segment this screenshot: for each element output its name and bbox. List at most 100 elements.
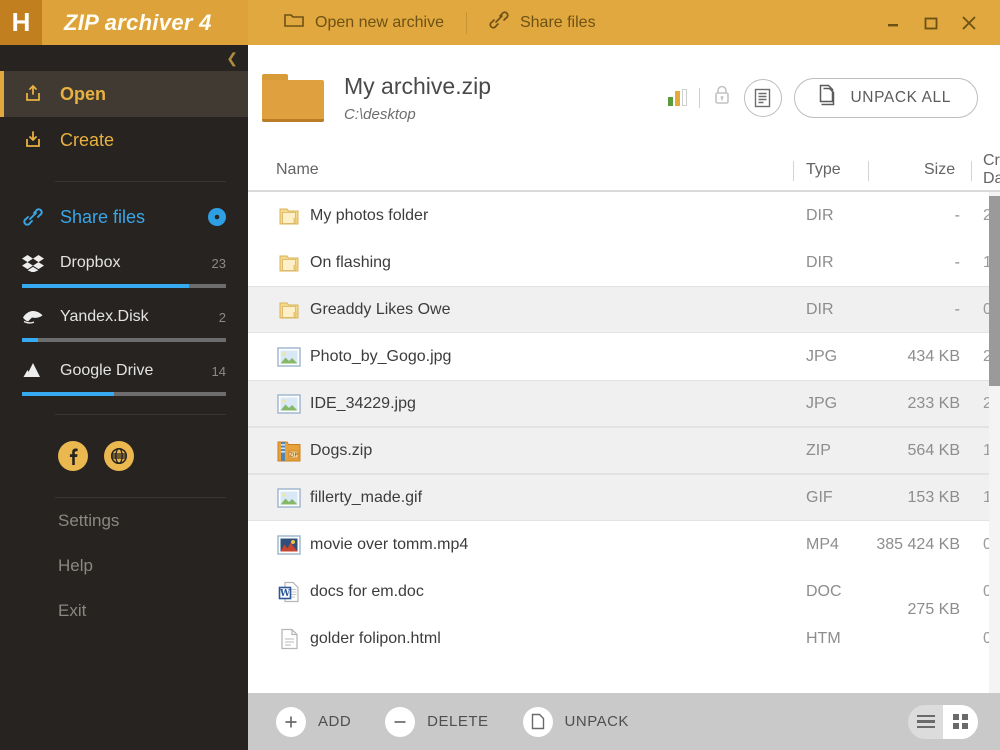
table-row[interactable]: My photos folderDIR-21.09.201423:17: [248, 192, 1000, 239]
cell-size: 233 KB: [907, 394, 960, 412]
file-list[interactable]: My photos folderDIR-21.09.201423:17On fl…: [248, 192, 1000, 697]
sidebar-item-settings[interactable]: Settings: [0, 498, 248, 543]
add-button[interactable]: ADD: [276, 706, 352, 737]
table-header: Name Type Size Create Date: [248, 150, 1000, 192]
sidebar-item-share-files[interactable]: Share files: [0, 194, 248, 240]
video-icon: [276, 532, 302, 558]
table-row[interactable]: On flashingDIR-16.09.201412:14: [248, 239, 1000, 286]
maximize-button[interactable]: [914, 0, 948, 45]
archive-meta: My archive.zip C:\desktop: [344, 73, 668, 123]
sidebar-item-exit[interactable]: Exit: [0, 588, 248, 633]
cloud-gdrive-progress: [22, 392, 226, 396]
delete-button[interactable]: DELETE: [385, 706, 489, 737]
folder-icon: [276, 203, 302, 229]
app-title: ZIP archiver 4: [42, 0, 248, 45]
unpack-label: UNPACK: [564, 713, 629, 730]
table-row[interactable]: Greaddy Likes OweDIR-05.09.201416:05: [248, 286, 1000, 333]
upload-icon: [22, 84, 44, 104]
minimize-button[interactable]: [876, 0, 910, 45]
sidebar-share-label: Share files: [60, 206, 146, 227]
archive-name: My archive.zip: [344, 72, 491, 99]
column-header-type[interactable]: Type: [806, 161, 841, 179]
sidebar-item-open[interactable]: Open: [0, 71, 248, 117]
cell-size: -: [954, 300, 960, 318]
cloud-dropbox-progress: [22, 284, 226, 288]
list-view-button[interactable]: [908, 705, 943, 739]
facebook-icon[interactable]: [58, 441, 88, 471]
list-icon: [916, 714, 935, 729]
download-icon: [22, 130, 44, 150]
page-icon: [522, 706, 553, 737]
cell-size: 153 KB: [907, 488, 960, 506]
sidebar-collapse-button[interactable]: ❮: [0, 45, 248, 71]
cell-name: movie over tomm.mp4: [310, 535, 469, 553]
cloud-dropbox-label: Dropbox: [60, 254, 121, 271]
column-header-name[interactable]: Name: [248, 161, 319, 179]
sidebar-divider-1: [55, 181, 226, 182]
cell-name: fillerty_made.gif: [310, 488, 423, 506]
titlebar-actions: Open new archive Share files: [248, 0, 614, 45]
zip-icon: ZIP: [276, 438, 302, 464]
cloud-item-yandex-disk[interactable]: Yandex.Disk 2: [22, 300, 226, 334]
cell-type: GIF: [806, 488, 833, 506]
cloud-dropbox-count: 23: [211, 255, 226, 271]
open-new-archive-button[interactable]: Open new archive: [266, 0, 462, 45]
table-row[interactable]: Photo_by_Gogo.jpgJPG434 KB23.09.201419:0…: [248, 333, 1000, 380]
unpack-button[interactable]: UNPACK: [522, 706, 629, 737]
cell-name: docs for em.doc: [310, 582, 424, 600]
svg-text:W: W: [278, 589, 290, 599]
lock-icon[interactable]: [712, 84, 732, 111]
column-header-size[interactable]: Size: [924, 161, 955, 179]
cloud-yandex-label: Yandex.Disk: [60, 308, 149, 325]
view-toggle: [908, 704, 978, 739]
close-button[interactable]: [952, 0, 986, 45]
file-list-scrollbar[interactable]: [989, 192, 1000, 697]
cell-size: -: [954, 206, 960, 224]
table-row[interactable]: fillerty_made.gifGIF153 KB11.09.201409:0…: [248, 474, 1000, 521]
social-links: [0, 415, 248, 471]
cell-size: 564 KB: [907, 441, 960, 459]
document-icon: [276, 626, 302, 652]
grid-view-button[interactable]: [943, 704, 978, 739]
folder-icon: [284, 12, 304, 33]
comment-button[interactable]: [743, 78, 782, 117]
sidebar-item-help[interactable]: Help: [0, 543, 248, 588]
sidebar-settings-label: Settings: [58, 510, 120, 530]
chevron-left-icon: ❮: [226, 49, 238, 66]
image-icon: [276, 391, 302, 417]
app-window: H ZIP archiver 4 Open new archive Share …: [0, 0, 1000, 750]
sidebar: ❮ Open Create Share files Dropbox 23 Yan…: [0, 45, 248, 750]
archive-folder-icon: [262, 73, 324, 122]
table-row[interactable]: golder folipon.htmlHTM275 KB09.09.201400…: [248, 601, 1000, 662]
app-logo: H: [0, 0, 42, 45]
cell-name: IDE_34229.jpg: [310, 394, 416, 412]
cloud-services: Dropbox 23 Yandex.Disk 2 Google Drive 14: [0, 246, 248, 396]
cell-type: DIR: [806, 206, 834, 224]
minus-icon: [385, 706, 416, 737]
table-row[interactable]: IDE_34229.jpgJPG233 KB29.09.201411:24: [248, 380, 1000, 427]
cloud-item-dropbox[interactable]: Dropbox 23: [22, 246, 226, 280]
column-header-date[interactable]: Create Date: [983, 152, 1000, 188]
delete-label: DELETE: [427, 713, 489, 730]
globe-icon[interactable]: [104, 441, 134, 471]
google-drive-icon: [22, 362, 44, 380]
stats-icon[interactable]: [667, 89, 687, 106]
cell-name: Photo_by_Gogo.jpg: [310, 347, 452, 365]
cell-name: golder folipon.html: [310, 629, 441, 647]
share-files-button[interactable]: Share files: [471, 0, 614, 45]
dropbox-icon: [22, 254, 44, 272]
archive-tools: UNPACK ALL: [667, 77, 978, 118]
cloud-yandex-count: 2: [218, 309, 226, 325]
gear-icon[interactable]: [208, 208, 226, 226]
table-row[interactable]: movie over tomm.mp4MP4385 424 KB04.09.20…: [248, 521, 1000, 568]
cell-size: 275 KB: [907, 601, 960, 618]
unpack-all-button[interactable]: UNPACK ALL: [793, 77, 978, 118]
cell-type: DIR: [806, 300, 834, 318]
cell-type: MP4: [806, 535, 839, 553]
add-label: ADD: [318, 713, 352, 730]
folder-icon: [276, 297, 302, 323]
table-row[interactable]: ZIPDogs.zipZIP564 KB12.09.201410:23: [248, 427, 1000, 474]
sidebar-item-create[interactable]: Create: [0, 117, 248, 163]
sidebar-exit-label: Exit: [58, 600, 87, 620]
cloud-item-google-drive[interactable]: Google Drive 14: [22, 354, 226, 388]
